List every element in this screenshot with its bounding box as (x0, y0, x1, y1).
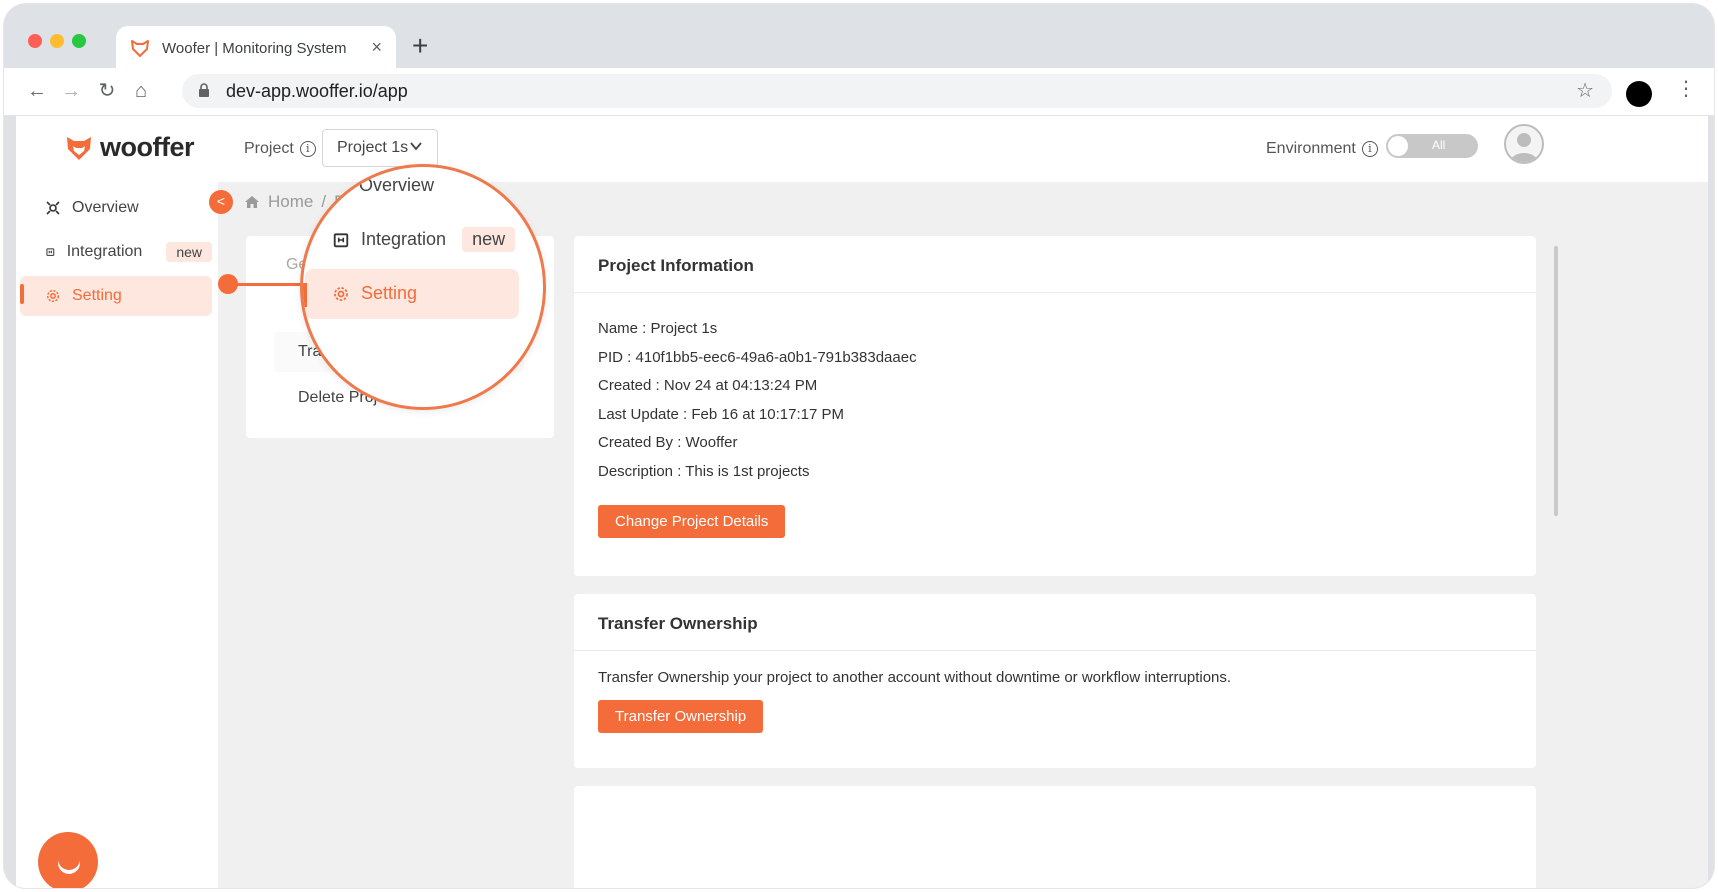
card-title: Project Information (574, 236, 1536, 293)
info-icon[interactable]: i (1361, 141, 1378, 157)
sidebar-collapse-button[interactable]: < (209, 190, 233, 214)
environment-label: Environment i (1266, 140, 1378, 158)
info-pid: PID : 410f1bb5-eec6-49a6-a0b1-791b383daa… (598, 348, 917, 366)
chat-icon (58, 848, 80, 874)
integration-icon (46, 248, 55, 256)
tab-title: Woofer | Monitoring System (162, 40, 347, 57)
tab-close-icon[interactable]: × (371, 37, 382, 58)
environment-toggle[interactable]: All (1386, 134, 1478, 158)
environment-label-text: Environment (1266, 140, 1356, 157)
chat-widget-button[interactable] (38, 832, 98, 888)
transfer-ownership-card: Transfer Ownership Transfer Ownership yo… (574, 594, 1536, 768)
browser-toolbar: ← → ↻ ⌂ dev-app.wooffer.io/app ☆ ⋮ (4, 68, 1714, 116)
app-page: wooffer Project i Project 1s Environment… (16, 116, 1708, 888)
transfer-ownership-button[interactable]: Transfer Ownership (598, 700, 764, 733)
zoom-active-indicator (303, 283, 307, 307)
new-tab-button[interactable]: + (412, 32, 428, 60)
avatar[interactable] (1504, 124, 1544, 164)
browser-menu-icon[interactable]: ⋮ (1676, 76, 1696, 101)
lock-icon (199, 83, 209, 97)
zoom-item-label: Integration (361, 229, 447, 249)
zoom-item-integration: Integration new (333, 227, 516, 252)
info-description: Description : This is 1st projects (598, 462, 810, 480)
active-indicator (20, 284, 24, 304)
home-icon[interactable]: ⌂ (126, 76, 156, 106)
back-icon[interactable]: ← (22, 76, 52, 106)
forward-icon[interactable]: → (56, 76, 86, 106)
breadcrumb-home[interactable]: Home (268, 192, 313, 212)
wooffer-logo-icon (67, 136, 91, 160)
url-text: dev-app.wooffer.io/app (226, 81, 408, 101)
card-body: Name : Project 1s PID : 410f1bb5-eec6-49… (574, 293, 1536, 562)
address-bar[interactable]: dev-app.wooffer.io/app ☆ (182, 74, 1612, 108)
zoom-item-label: Overview (359, 175, 435, 195)
tab-bar: Woofer | Monitoring System × + (4, 4, 1714, 70)
logo-text: wooffer (100, 132, 195, 162)
project-select-value: Project 1s (337, 139, 409, 156)
callout-connector-dot (218, 274, 238, 294)
sidebar-item-overview[interactable]: Overview (20, 188, 212, 228)
breadcrumb-separator: / (321, 192, 327, 211)
maximize-window-button[interactable] (72, 34, 86, 48)
overview-icon (46, 201, 60, 215)
sidebar-item-setting[interactable]: Setting (20, 276, 212, 316)
sidebar-item-label: Integration (66, 243, 143, 260)
info-last-update: Last Update : Feb 16 at 10:17:17 PM (598, 405, 844, 423)
zoom-callout: Overview Integration new Setting (300, 164, 546, 410)
tab-favicon-icon (131, 40, 149, 57)
delete-project-card (574, 786, 1536, 888)
sidebar-item-label: Setting (72, 287, 122, 304)
project-label-text: Project (244, 140, 294, 157)
zoom-item-setting: Setting (333, 283, 417, 304)
minimize-window-button[interactable] (50, 34, 64, 48)
transfer-description: Transfer Ownership your project to anoth… (598, 669, 1232, 686)
gear-icon (46, 289, 60, 303)
project-label: Project i (244, 140, 316, 158)
logo[interactable]: wooffer (64, 132, 195, 163)
toggle-label: All (1432, 138, 1446, 152)
info-created-by: Created By : Wooffer (598, 434, 738, 452)
zoom-item-overview: Overview (359, 175, 434, 196)
info-name: Name : Project 1s (598, 320, 718, 337)
browser-window: Woofer | Monitoring System × + ← → ↻ ⌂ d… (4, 4, 1714, 888)
reload-icon[interactable]: ↻ (92, 76, 122, 106)
card-body: Transfer Ownership your project to anoth… (574, 651, 1536, 757)
profile-icon[interactable] (1626, 81, 1652, 107)
project-information-card: Project Information Name : Project 1s PI… (574, 236, 1536, 576)
new-badge: new (462, 227, 516, 252)
info-icon[interactable]: i (299, 141, 316, 157)
sidebar: Overview Integration new Setting (16, 182, 218, 888)
project-select[interactable]: Project 1s (322, 129, 438, 167)
page-scrollbar[interactable] (1554, 246, 1558, 516)
change-project-details-button[interactable]: Change Project Details (598, 504, 786, 538)
zoom-item-label: Setting (361, 283, 418, 303)
bookmark-star-icon[interactable]: ☆ (1576, 78, 1594, 103)
browser-tab[interactable]: Woofer | Monitoring System × (116, 26, 396, 70)
toggle-knob (1388, 136, 1408, 156)
integration-icon (333, 232, 349, 247)
close-window-button[interactable] (28, 34, 42, 48)
home-icon (245, 196, 259, 208)
app-header: wooffer Project i Project 1s Environment… (16, 116, 1708, 182)
sidebar-item-integration[interactable]: Integration new (20, 232, 212, 272)
sidebar-item-label: Overview (72, 199, 139, 216)
info-created: Created : Nov 24 at 04:13:24 PM (598, 377, 818, 395)
user-avatar-icon (1510, 133, 1538, 162)
gear-icon (334, 286, 348, 301)
card-title: Transfer Ownership (574, 594, 1536, 651)
chevron-down-icon (410, 142, 422, 151)
new-badge: new (166, 242, 212, 262)
